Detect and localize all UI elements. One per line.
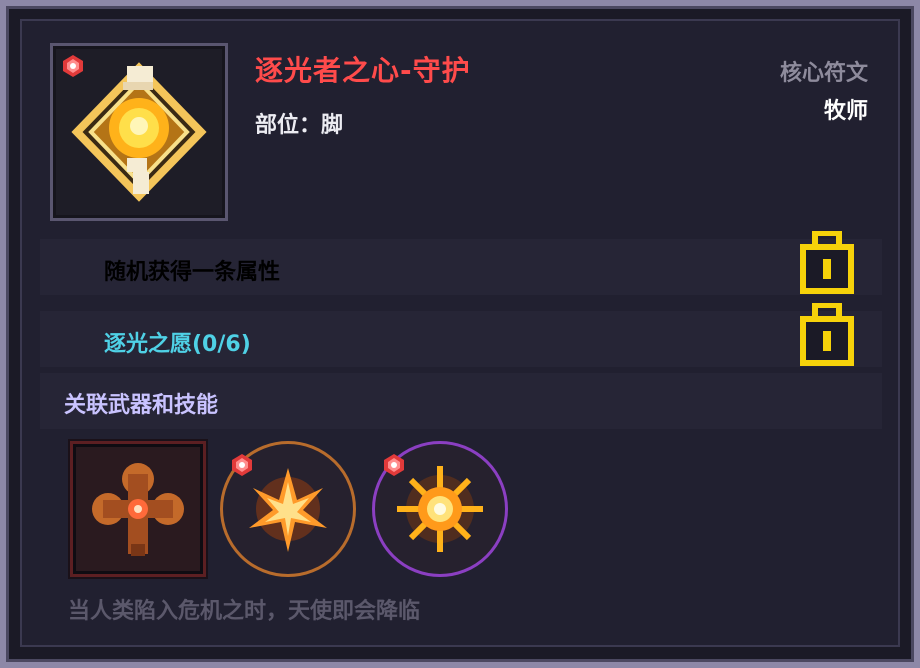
item-slot-line: 部位：脚 bbox=[255, 113, 344, 138]
item-name: 逐光者之心-守护 bbox=[255, 54, 471, 87]
attribute-row-random: 随机获得一条属性 bbox=[40, 239, 882, 295]
rune-badge-icon bbox=[232, 454, 252, 476]
item-type: 核心符文 bbox=[779, 61, 868, 86]
rune-badge-icon bbox=[63, 55, 83, 77]
lock-icon[interactable] bbox=[799, 231, 855, 295]
attribute-text: 随机获得一条属性 bbox=[104, 260, 281, 285]
related-weapon-slot[interactable] bbox=[70, 441, 206, 577]
item-flavor-text: 当人类陷入危机之时，天使即会降临 bbox=[68, 599, 421, 624]
related-section-header: 关联武器和技能 bbox=[40, 373, 882, 429]
attribute-row-light-wish: 逐光之愿(0/6) bbox=[40, 311, 882, 367]
tooltip-frame-inner: 逐光者之心-守护 部位：脚 核心符文 牧师 随机获得一条属性 逐光之愿(0/6) bbox=[6, 6, 914, 662]
item-tooltip-panel: 逐光者之心-守护 部位：脚 核心符文 牧师 随机获得一条属性 逐光之愿(0/6) bbox=[20, 19, 900, 647]
rune-badge-icon bbox=[384, 454, 404, 476]
tooltip-frame: 逐光者之心-守护 部位：脚 核心符文 牧师 随机获得一条属性 逐光之愿(0/6) bbox=[0, 0, 920, 668]
attribute-text: 逐光之愿(0/6) bbox=[104, 332, 251, 357]
item-class: 牧师 bbox=[823, 99, 868, 124]
cross-staff-weapon-icon bbox=[92, 463, 184, 556]
related-section-title: 关联武器和技能 bbox=[64, 393, 219, 418]
item-icon-slot[interactable] bbox=[50, 43, 228, 221]
lock-icon[interactable] bbox=[799, 303, 855, 367]
